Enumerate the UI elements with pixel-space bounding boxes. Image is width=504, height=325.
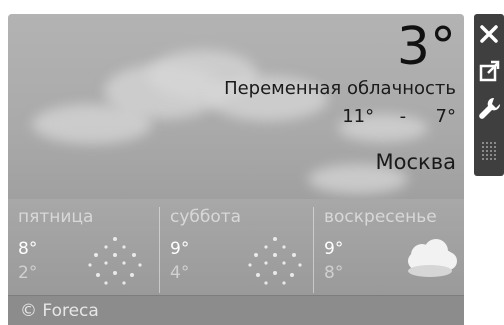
snow-icon [248, 237, 302, 285]
cloudy-icon [408, 239, 457, 277]
forecast-day: суббота 9° 4° [170, 207, 310, 293]
drag-handle-icon[interactable] [474, 134, 504, 168]
forecast-high: 8° [18, 239, 38, 259]
forecast-divider [159, 207, 160, 293]
forecast-day-name: воскресенье [324, 207, 437, 227]
range-separator: - [399, 106, 407, 127]
gadget-toolbar [474, 14, 504, 176]
weather-gadget: 3° Переменная облачность 11° - 7° Москва… [8, 14, 464, 325]
temperature-range: 11° - 7° [342, 106, 456, 127]
range-high: 11° [342, 106, 375, 127]
foreca-credit-link[interactable]: © Foreca [20, 301, 99, 321]
forecast-low: 2° [18, 263, 38, 283]
forecast-day-name: суббота [170, 207, 242, 227]
forecast-high: 9° [324, 239, 344, 259]
forecast-low: 8° [324, 263, 344, 283]
close-icon[interactable] [474, 18, 504, 52]
city-name: Москва [375, 150, 456, 174]
forecast-day: воскресенье 9° 8° [324, 207, 464, 293]
current-temperature: 3° [396, 17, 456, 77]
forecast-divider [313, 207, 314, 293]
snow-icon [88, 237, 142, 285]
footer-bar: © Foreca [8, 295, 464, 325]
forecast-day: пятница 8° 2° [18, 207, 158, 293]
forecast-high: 9° [170, 239, 190, 259]
current-condition: Переменная облачность [224, 78, 456, 99]
forecast-low: 4° [170, 263, 190, 283]
range-low: 7° [435, 106, 456, 127]
resize-icon[interactable] [474, 54, 504, 88]
options-icon[interactable] [474, 92, 504, 126]
forecast-day-name: пятница [18, 207, 94, 227]
forecast-strip: пятница 8° 2° суббота 9° 4° воскресенье … [8, 199, 464, 295]
